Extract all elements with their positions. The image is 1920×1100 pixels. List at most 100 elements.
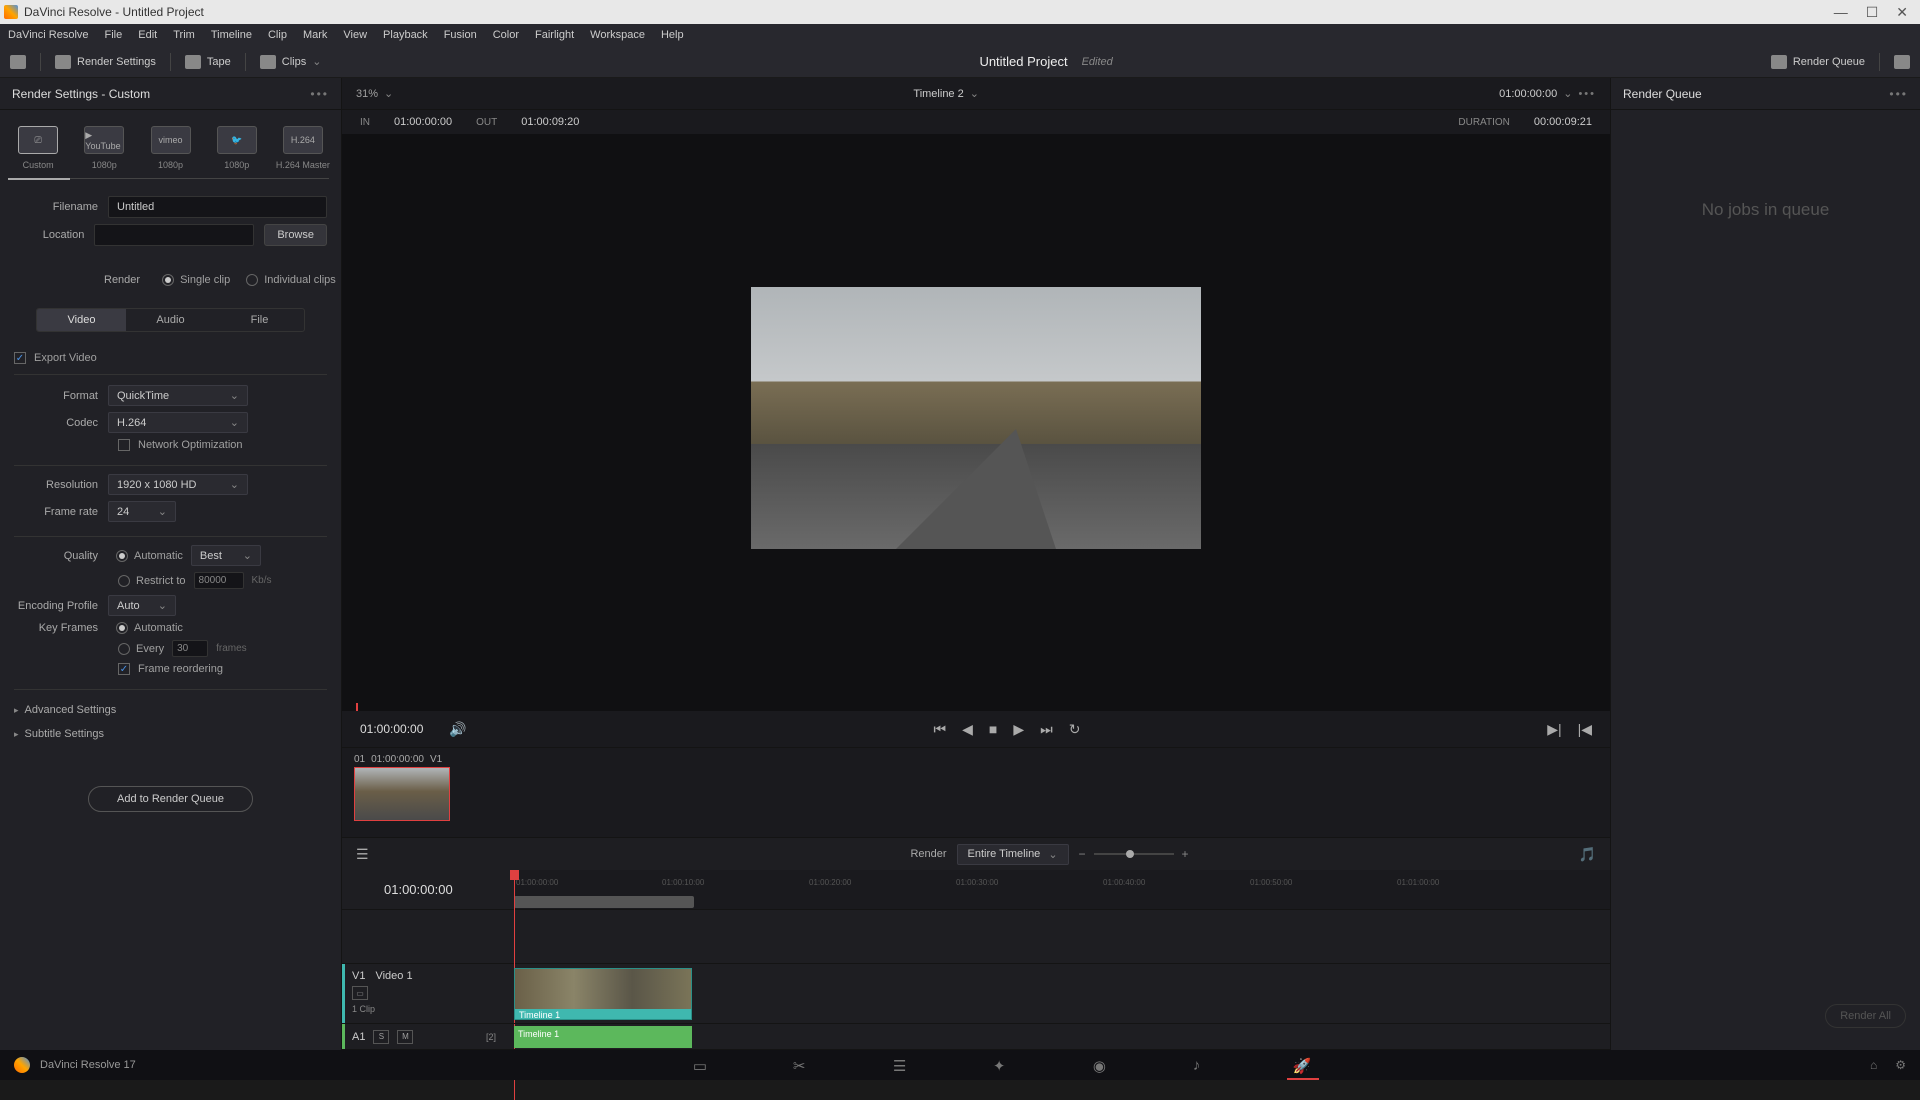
- menu-workspace[interactable]: Workspace: [590, 29, 645, 41]
- radio-kf-auto[interactable]: Automatic: [116, 622, 183, 634]
- music-icon[interactable]: 🎵: [1579, 846, 1596, 863]
- out-value: 01:00:09:20: [521, 116, 579, 128]
- prev-clip-button[interactable]: |◀: [1578, 721, 1592, 738]
- menu-view[interactable]: View: [343, 29, 367, 41]
- video-clip[interactable]: Timeline 1: [514, 968, 692, 1020]
- menu-timeline[interactable]: Timeline: [211, 29, 252, 41]
- stop-button[interactable]: ■: [989, 721, 997, 737]
- a1-mute-button[interactable]: M: [397, 1030, 413, 1044]
- page-color[interactable]: ◉: [1093, 1057, 1113, 1073]
- page-fairlight[interactable]: ♪: [1193, 1057, 1213, 1073]
- next-clip-button[interactable]: ▶|: [1547, 721, 1561, 738]
- audio-clip[interactable]: Timeline 1: [514, 1026, 692, 1048]
- encoding-profile-select[interactable]: Auto: [108, 595, 176, 616]
- timeline-view-icon[interactable]: ☰: [356, 846, 369, 863]
- page-media[interactable]: ▭: [693, 1057, 713, 1073]
- volume-icon[interactable]: 🔊: [449, 721, 466, 738]
- expand-button[interactable]: [10, 55, 26, 69]
- quality-select[interactable]: Best: [191, 545, 261, 566]
- browse-button[interactable]: Browse: [264, 224, 327, 246]
- codec-select[interactable]: H.264: [108, 412, 248, 433]
- add-to-render-queue-button[interactable]: Add to Render Queue: [88, 786, 253, 812]
- divider: [1879, 53, 1880, 71]
- filename-input[interactable]: [108, 196, 327, 218]
- last-frame-button[interactable]: ⏭: [1040, 721, 1053, 738]
- v1-mon-icon[interactable]: ▭: [352, 986, 368, 1000]
- zoom-select[interactable]: 31%⌄: [356, 87, 393, 100]
- scrubber[interactable]: [342, 701, 1610, 711]
- page-edit[interactable]: ☰: [893, 1057, 913, 1073]
- frame-reorder-checkbox[interactable]: [118, 663, 130, 675]
- menu-edit[interactable]: Edit: [138, 29, 157, 41]
- location-input[interactable]: [94, 224, 254, 246]
- menu-color[interactable]: Color: [493, 29, 519, 41]
- preset-youtube[interactable]: ▶ YouTube 1080p: [72, 122, 136, 174]
- radio-single-clip[interactable]: Single clip: [162, 274, 230, 286]
- render-label: Render: [104, 274, 140, 286]
- network-opt-checkbox[interactable]: [118, 439, 130, 451]
- zoom-in-button[interactable]: +: [1182, 847, 1189, 861]
- zoom-slider[interactable]: [1094, 853, 1174, 855]
- minimize-button[interactable]: —: [1834, 4, 1848, 21]
- format-select[interactable]: QuickTime: [108, 385, 248, 406]
- play-button[interactable]: ▶: [1013, 721, 1024, 738]
- radio-quality-auto[interactable]: Automatic: [116, 550, 183, 562]
- subtitle-settings-expand[interactable]: ▸Subtitle Settings: [0, 722, 341, 746]
- export-video-checkbox[interactable]: [14, 352, 26, 364]
- preset-h264[interactable]: H.264 H.264 Master: [271, 122, 335, 174]
- radio-quality-restrict[interactable]: Restrict to: [118, 575, 186, 587]
- timeline-ruler[interactable]: 01:00:00:00 01:00:10:00 01:00:20:00 01:0…: [514, 870, 1610, 910]
- viewer-menu-icon[interactable]: •••: [1578, 88, 1596, 100]
- zoom-out-button[interactable]: −: [1079, 847, 1086, 861]
- clip-thumbnail[interactable]: 01 01:00:00:00 V1: [354, 754, 452, 821]
- menu-fusion[interactable]: Fusion: [444, 29, 477, 41]
- menu-file[interactable]: File: [105, 29, 123, 41]
- menu-help[interactable]: Help: [661, 29, 684, 41]
- render-settings-toggle[interactable]: Render Settings: [55, 55, 156, 69]
- settings-icon[interactable]: ⚙: [1895, 1058, 1906, 1072]
- home-icon[interactable]: ⌂: [1870, 1058, 1877, 1072]
- a1-solo-button[interactable]: S: [373, 1030, 389, 1044]
- menu-playback[interactable]: Playback: [383, 29, 428, 41]
- render-queue-toggle[interactable]: Render Queue: [1771, 55, 1865, 69]
- queue-menu-icon[interactable]: •••: [1889, 87, 1908, 101]
- frames-label: frames: [216, 643, 247, 654]
- panel-menu-icon[interactable]: •••: [310, 87, 329, 101]
- clips-toggle[interactable]: Clips⌄: [260, 55, 322, 69]
- resolution-label: Resolution: [14, 479, 108, 491]
- step-back-button[interactable]: ◀: [962, 721, 973, 738]
- viewer[interactable]: [342, 134, 1610, 701]
- resolution-select[interactable]: 1920 x 1080 HD: [108, 474, 248, 495]
- restrict-input[interactable]: [194, 572, 244, 589]
- page-cut[interactable]: ✂: [793, 1057, 813, 1073]
- first-frame-button[interactable]: ⏮: [934, 721, 947, 738]
- loop-button[interactable]: ↻: [1069, 721, 1081, 738]
- page-deliver[interactable]: 🚀: [1293, 1057, 1313, 1073]
- queue-empty-label: No jobs in queue: [1611, 110, 1920, 310]
- tab-video[interactable]: Video: [37, 309, 126, 331]
- menu-mark[interactable]: Mark: [303, 29, 327, 41]
- framerate-select[interactable]: 24: [108, 501, 176, 522]
- expand-right-button[interactable]: [1894, 55, 1910, 69]
- radio-individual-clips[interactable]: Individual clips: [246, 274, 336, 286]
- tab-audio[interactable]: Audio: [126, 309, 215, 331]
- radio-kf-every[interactable]: Every: [118, 643, 164, 655]
- advanced-settings-expand[interactable]: ▸Advanced Settings: [0, 698, 341, 722]
- maximize-button[interactable]: ☐: [1866, 4, 1879, 21]
- every-input[interactable]: [172, 640, 208, 657]
- menu-fairlight[interactable]: Fairlight: [535, 29, 574, 41]
- close-button[interactable]: ✕: [1896, 4, 1908, 21]
- render-all-button[interactable]: Render All: [1825, 1004, 1906, 1028]
- preset-vimeo[interactable]: vimeo 1080p: [138, 122, 202, 174]
- preset-twitter[interactable]: 🐦 1080p: [205, 122, 269, 174]
- timeline-name-select[interactable]: Timeline 2⌄: [913, 87, 979, 100]
- page-fusion[interactable]: ✦: [993, 1057, 1013, 1073]
- viewer-timecode[interactable]: 01:00:00:00: [1499, 88, 1557, 100]
- tab-file[interactable]: File: [215, 309, 304, 331]
- tape-toggle[interactable]: Tape: [185, 55, 231, 69]
- preset-custom[interactable]: ⎚ Custom: [6, 122, 70, 174]
- menu-davinci[interactable]: DaVinci Resolve: [8, 29, 89, 41]
- render-range-select[interactable]: Entire Timeline: [957, 844, 1069, 865]
- menu-trim[interactable]: Trim: [173, 29, 195, 41]
- menu-clip[interactable]: Clip: [268, 29, 287, 41]
